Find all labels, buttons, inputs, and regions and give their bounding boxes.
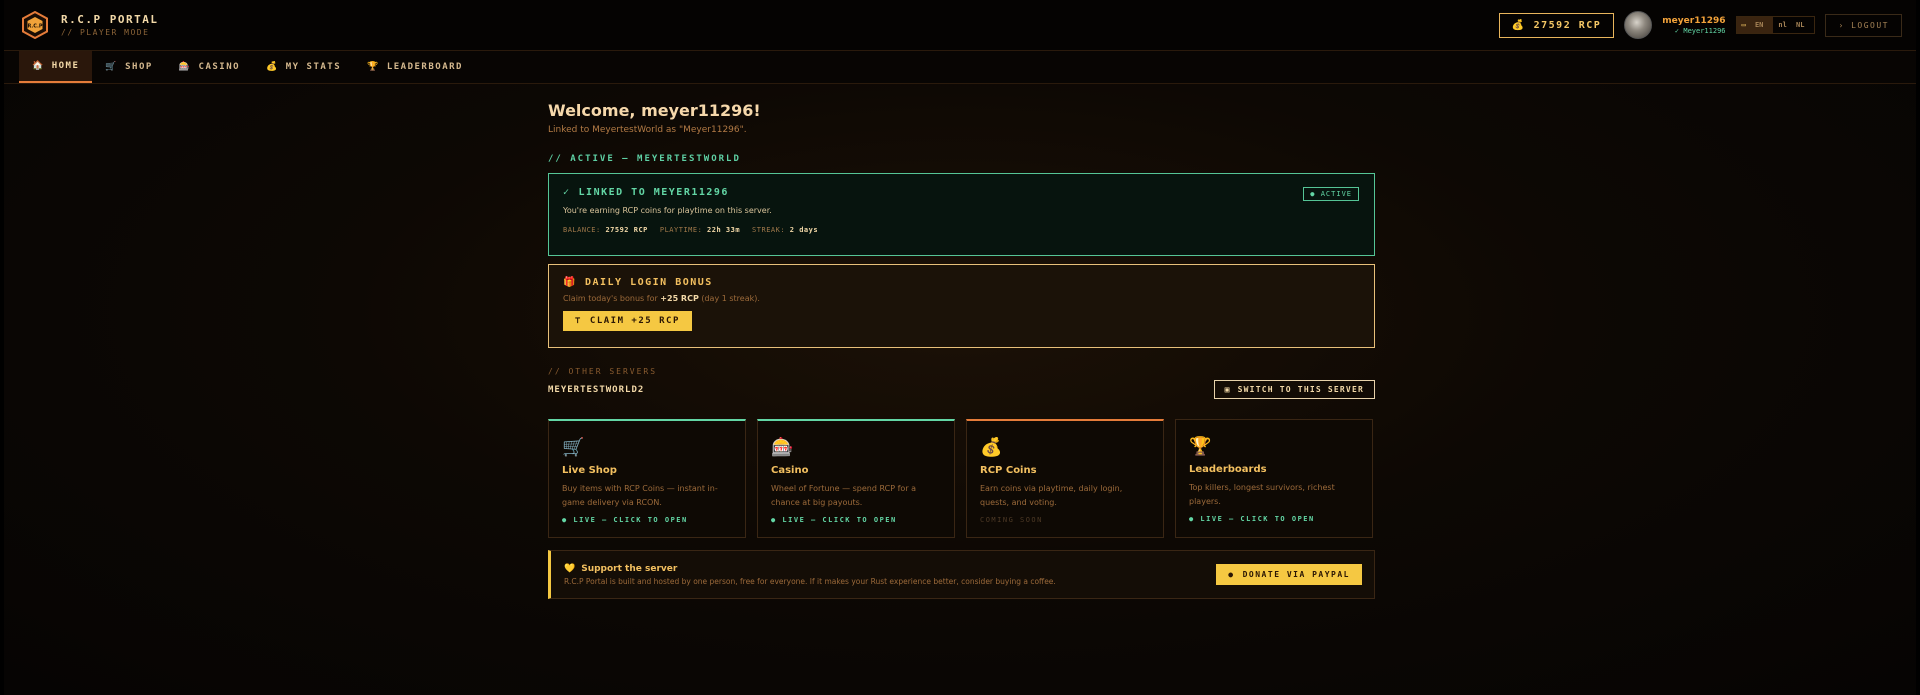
other-server-name: MEYERTESTWORLD2 [548, 384, 645, 395]
nav-home[interactable]: 🏠 HOME [19, 51, 93, 83]
daily-bonus-card: 🎁 DAILY LOGIN BONUS Claim today's bonus … [548, 264, 1375, 348]
nav-casino-label: CASINO [198, 62, 241, 72]
active-card-title-text: LINKED TO MEYER11296 [578, 187, 729, 198]
other-server-row: MEYERTESTWORLD2 ▣ SWITCH TO THIS SERVER [548, 380, 1375, 399]
lang-nl-button[interactable]: nl NL [1773, 17, 1814, 33]
nav-home-label: HOME [51, 61, 80, 71]
support-title: 💛 Support the server [564, 563, 678, 574]
money-bag-icon: 💰 [266, 62, 279, 72]
card-title: RCP Coins [980, 465, 1037, 476]
card-leaderboards[interactable]: 🏆 Leaderboards Top killers, longest surv… [1175, 419, 1373, 538]
slot-machine-icon: 🎰 [771, 437, 794, 458]
active-card-description: You're earning RCP coins for playtime on… [563, 206, 772, 215]
balance-pill[interactable]: 💰 27592 RCP [1498, 12, 1615, 38]
user-block: meyer11296 ✓ Meyer11296 [1662, 16, 1725, 35]
welcome-title: Welcome, meyer11296! [548, 101, 761, 120]
bonus-title-text: DAILY LOGIN BONUS [584, 277, 713, 288]
nav-shop-label: SHOP [125, 62, 153, 72]
header-right: 💰 27592 RCP meyer11296 ✓ Meyer11296 ▭ EN… [1498, 11, 1902, 39]
check-icon: ✓ [563, 187, 571, 198]
balance-value: 27592 RCP [1533, 19, 1602, 31]
card-desc: Wheel of Fortune — spend RCP for a chanc… [771, 484, 917, 507]
brand-title: R.C.P PORTAL [61, 13, 159, 26]
cart-icon: 🛒 [562, 437, 585, 458]
card-status: ● LIVE — CLICK TO OPEN [1189, 515, 1315, 523]
card-status: ● LIVE — CLICK TO OPEN [562, 516, 688, 524]
avatar[interactable] [1624, 11, 1653, 39]
main-nav: 🏠 HOME 🛒 SHOP 🎰 CASINO 💰 MY STATS 🏆 LEAD… [4, 51, 1916, 84]
gift-icon: 🎁 [563, 277, 577, 288]
support-banner: 💛 Support the server R.C.P Portal is bui… [548, 550, 1375, 599]
server-icon: ▣ [1224, 385, 1231, 394]
support-description: R.C.P Portal is built and hosted by one … [564, 576, 1056, 586]
nav-casino[interactable]: 🎰 CASINO [166, 51, 253, 83]
feature-cards: 🛒 Live Shop Buy items with RCP Coins — i… [548, 419, 1375, 538]
stat-balance: BALANCE: 27592 RCP [563, 226, 648, 234]
other-servers-label: // OTHER SERVERS [548, 367, 658, 376]
paypal-icon: ● [1228, 570, 1235, 579]
active-section-label: // ACTIVE — MEYERTESTWORLD [548, 154, 741, 164]
heart-icon: 💛 [564, 563, 576, 574]
active-badge: ● ACTIVE [1303, 187, 1359, 201]
active-card-title: ✓ LINKED TO MEYER11296 [563, 187, 1360, 198]
claim-icon: ⊤ [575, 316, 582, 326]
nav-leaderboard-label: LEADERBOARD [386, 62, 463, 72]
user-name: meyer11296 [1662, 15, 1726, 26]
money-bag-icon: 💰 [1511, 19, 1526, 31]
stats-line: BALANCE: 27592 RCP PLAYTIME: 22h 33m STR… [563, 226, 1360, 234]
main-content: Welcome, meyer11296! Linked to Meyertest… [548, 84, 1375, 599]
card-title: Casino [771, 465, 809, 476]
logout-button[interactable]: › LOGOUT [1825, 13, 1902, 37]
stat-playtime: PLAYTIME: 22h 33m [659, 226, 741, 234]
card-title: Live Shop [562, 465, 617, 476]
stat-streak: STREAK: 2 days [752, 226, 819, 234]
card-title: Leaderboards [1189, 464, 1267, 475]
rcp-logo-icon: R.C.P [21, 11, 49, 39]
nav-my-stats-label: MY STATS [285, 62, 342, 72]
card-desc: Buy items with RCP Coins — instant in-ga… [562, 484, 718, 507]
card-status: ● LIVE — CLICK TO OPEN [771, 516, 897, 524]
slot-machine-icon: 🎰 [178, 62, 192, 72]
nav-my-stats[interactable]: 💰 MY STATS [253, 51, 354, 83]
active-server-card: ✓ LINKED TO MEYER11296 ● ACTIVE You're e… [548, 173, 1375, 256]
app-frame: R.C.P R.C.P PORTAL // PLAYER MODE 💰 2759… [4, 0, 1916, 695]
card-desc: Top killers, longest survivors, richest … [1189, 483, 1335, 506]
home-icon: 🏠 [32, 61, 45, 71]
language-switch: ▭ EN nl NL [1735, 16, 1816, 34]
card-status: COMING SOON [980, 516, 1043, 524]
nav-leaderboard[interactable]: 🏆 LEADERBOARD [354, 51, 476, 83]
claim-bonus-button[interactable]: ⊤ CLAIM +25 RCP [563, 311, 692, 331]
card-desc: Earn coins via playtime, daily login, qu… [980, 484, 1123, 507]
bonus-description: Claim today's bonus for +25 RCP (day 1 s… [563, 294, 760, 303]
cart-icon: 🛒 [105, 62, 119, 72]
trophy-icon: 🏆 [1189, 436, 1212, 457]
switch-server-button[interactable]: ▣ SWITCH TO THIS SERVER [1213, 380, 1375, 399]
logo-text: R.C.P [27, 24, 42, 30]
user-linked-name: ✓ Meyer11296 [1674, 26, 1726, 35]
card-rcp-coins[interactable]: 💰 RCP Coins Earn coins via playtime, dai… [966, 419, 1164, 538]
bonus-title: 🎁 DAILY LOGIN BONUS [563, 277, 1360, 288]
card-casino[interactable]: 🎰 Casino Wheel of Fortune — spend RCP fo… [757, 419, 955, 538]
trophy-icon: 🏆 [367, 62, 380, 72]
lang-en-button[interactable]: ▭ EN [1736, 17, 1774, 33]
top-header: R.C.P R.C.P PORTAL // PLAYER MODE 💰 2759… [4, 0, 1916, 51]
brand-subtitle: // PLAYER MODE [61, 28, 150, 37]
card-live-shop[interactable]: 🛒 Live Shop Buy items with RCP Coins — i… [548, 419, 746, 538]
nav-shop[interactable]: 🛒 SHOP [92, 51, 165, 83]
money-bag-icon: 💰 [980, 437, 1003, 458]
donate-paypal-button[interactable]: ● DONATE VIA PAYPAL [1216, 564, 1362, 585]
brand[interactable]: R.C.P R.C.P PORTAL // PLAYER MODE [21, 11, 158, 39]
linked-text: Linked to MeyertestWorld as "Meyer11296"… [548, 125, 747, 135]
